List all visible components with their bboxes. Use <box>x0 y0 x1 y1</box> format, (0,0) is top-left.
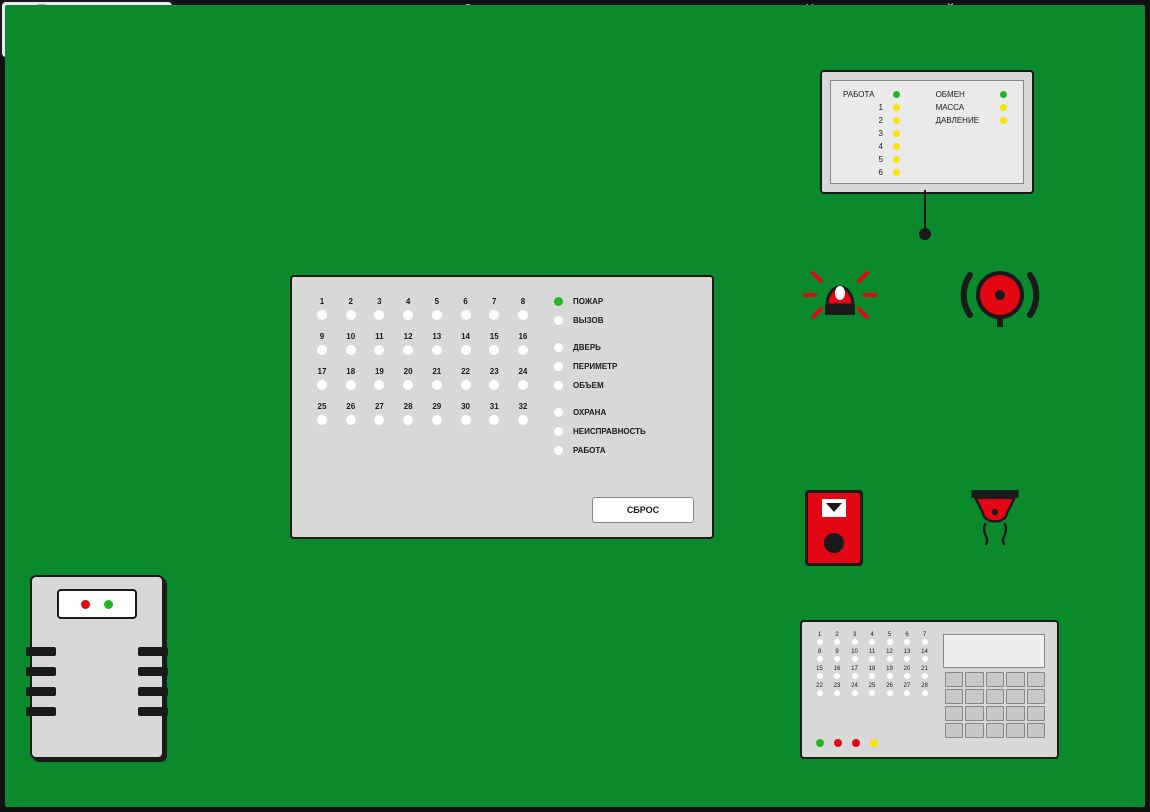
kpb-left-2: 2 <box>841 115 885 126</box>
kpb-left-3: 3 <box>841 128 885 139</box>
kpb-right-0: ОБМЕН <box>934 89 993 100</box>
device-kpb: РАБОТА ОБМЕН 1 МАССА 2 ДАВЛЕНИЕ 3 4 5 6 <box>820 70 1034 194</box>
ipanel-keys <box>945 672 1045 738</box>
device-smoke-detector <box>955 490 1035 545</box>
kpb-right-1: МАССА <box>934 102 993 113</box>
ipanel-led-row <box>816 739 878 747</box>
kpb-left-4: 4 <box>841 141 885 152</box>
kpb-left-1: 1 <box>841 102 885 113</box>
reset-button[interactable]: СБРОС <box>592 497 694 523</box>
indication-zones: 1234567891011121314151617181920212223242… <box>310 297 535 437</box>
device-instrument-panel: 1234567891011121314151617181920212223242… <box>800 620 1059 759</box>
ipanel-screen <box>943 634 1045 668</box>
callpoint-button <box>824 533 844 553</box>
light-alarm-icon <box>795 255 885 334</box>
kpb-hanger-ball <box>919 228 931 240</box>
device-indication: 1234567891011121314151617181920212223242… <box>290 275 714 539</box>
kpb-left-5: 5 <box>841 154 885 165</box>
sound-alarm-icon <box>955 255 1045 334</box>
ipanel-zones: 1234567891011121314151617181920212223242… <box>812 632 932 700</box>
kpb-right-2: ДАВЛЕНИЕ <box>934 115 993 126</box>
device-exit-sign: ВЫХОД <box>0 0 174 59</box>
device-call-point <box>805 490 863 566</box>
callpoint-arrow-icon <box>822 499 846 517</box>
device-backup-power <box>30 575 164 759</box>
indication-status: ПОЖАРВЫЗОВДВЕРЬПЕРИМЕТРОБЪЕМОХРАНАНЕИСПР… <box>554 297 694 465</box>
kpb-hanger <box>924 190 926 230</box>
kpb-left-0: РАБОТА <box>841 89 885 100</box>
kpb-left-6: 6 <box>841 167 885 178</box>
backup-led-panel <box>57 589 137 619</box>
